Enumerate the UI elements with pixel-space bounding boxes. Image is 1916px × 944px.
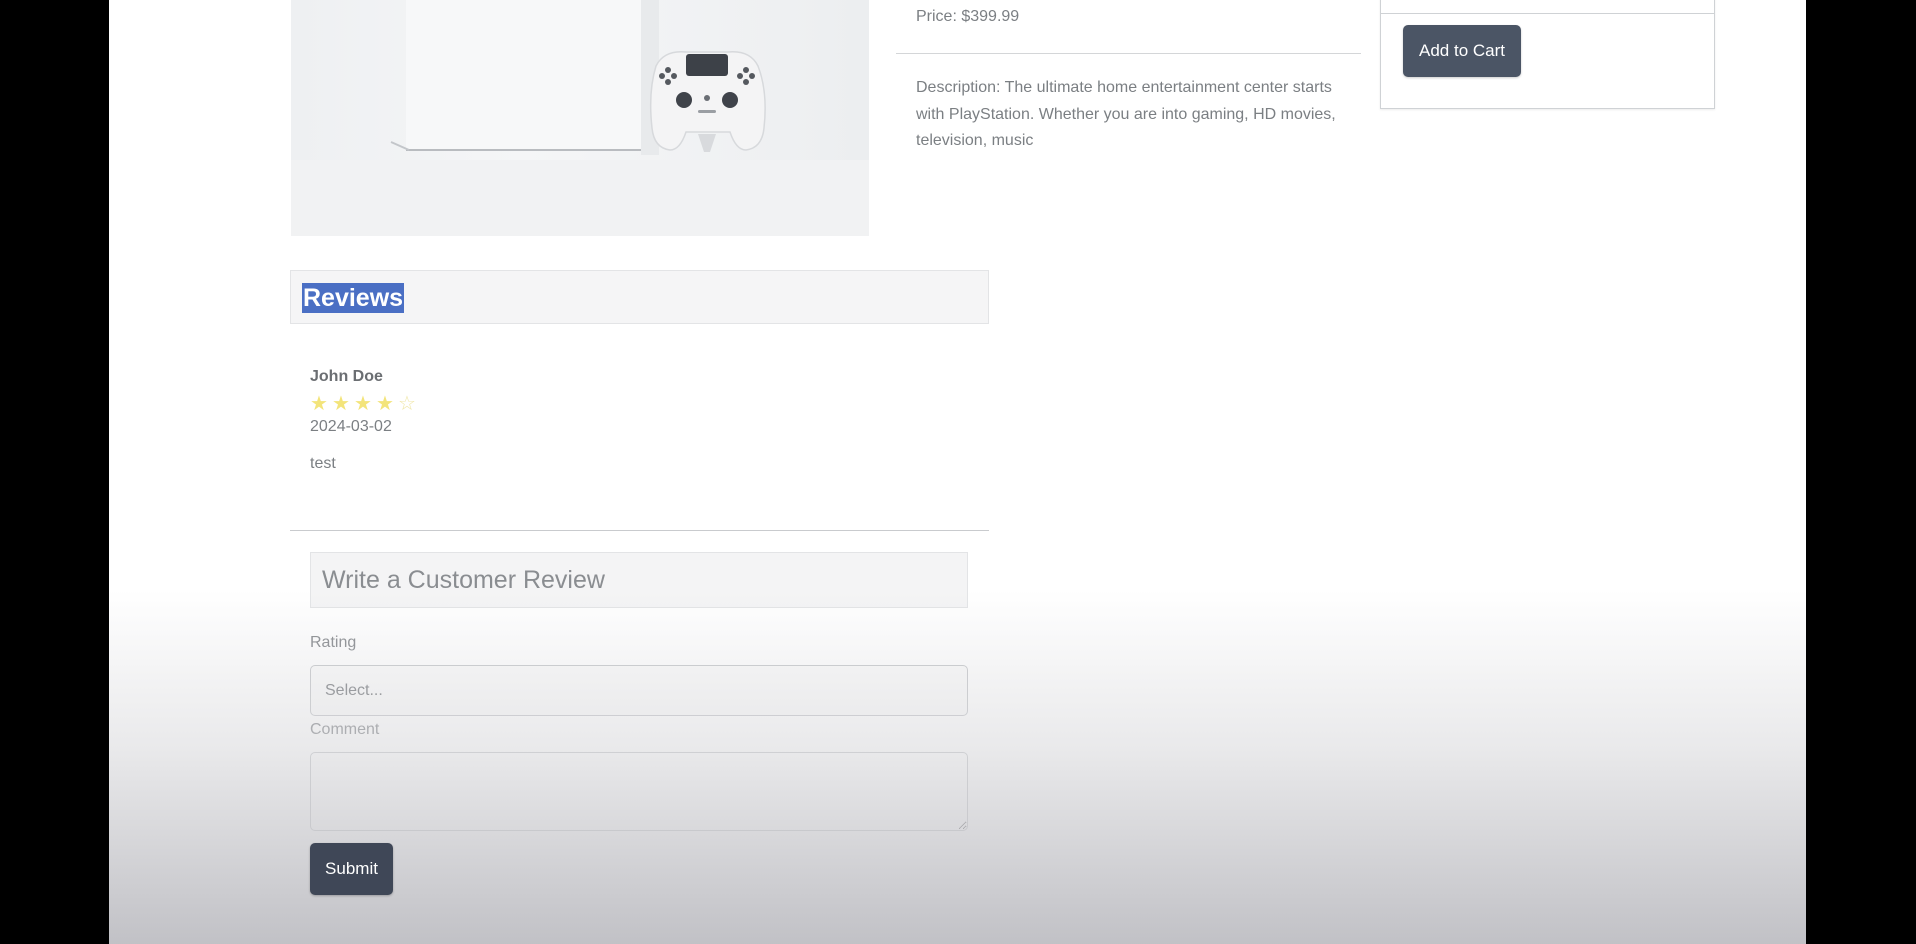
reviews-header: Reviews <box>290 270 989 324</box>
star-icon: ★ <box>354 393 372 415</box>
rating-label: Rating <box>310 634 357 651</box>
product-page: Price: $399.99 Description: The ultimate… <box>109 0 1806 944</box>
details-divider <box>896 53 1361 54</box>
review-item: John Doe ★ ★ ★ ★ ☆ 2024-03-02 test <box>310 368 970 473</box>
review-divider <box>290 530 989 531</box>
cart-card: Add to Cart <box>1380 0 1715 109</box>
reviewer-name: John Doe <box>310 368 383 385</box>
cart-card-divider <box>1381 13 1714 14</box>
review-comment: test <box>310 455 336 472</box>
add-to-cart-button[interactable]: Add to Cart <box>1403 25 1521 77</box>
comment-textarea[interactable] <box>310 752 968 831</box>
star-icon: ★ <box>332 393 350 415</box>
review-rating: ★ ★ ★ ★ ☆ <box>310 394 970 414</box>
review-form-title: Write a Customer Review <box>322 566 605 594</box>
reviews-title: Reviews <box>302 283 405 313</box>
rating-select[interactable]: Select... <box>310 665 968 716</box>
product-image <box>291 0 869 236</box>
review-date: 2024-03-02 <box>310 418 392 435</box>
product-price: Price: $399.99 <box>916 8 1020 25</box>
submit-button[interactable]: Submit <box>310 843 393 895</box>
product-description: Description: The ultimate home entertain… <box>916 79 1336 149</box>
star-icon: ★ <box>376 393 394 415</box>
review-form-header: Write a Customer Review <box>310 552 968 608</box>
star-outline-icon: ☆ <box>398 393 416 415</box>
comment-label: Comment <box>310 721 380 738</box>
star-icon: ★ <box>310 393 328 415</box>
